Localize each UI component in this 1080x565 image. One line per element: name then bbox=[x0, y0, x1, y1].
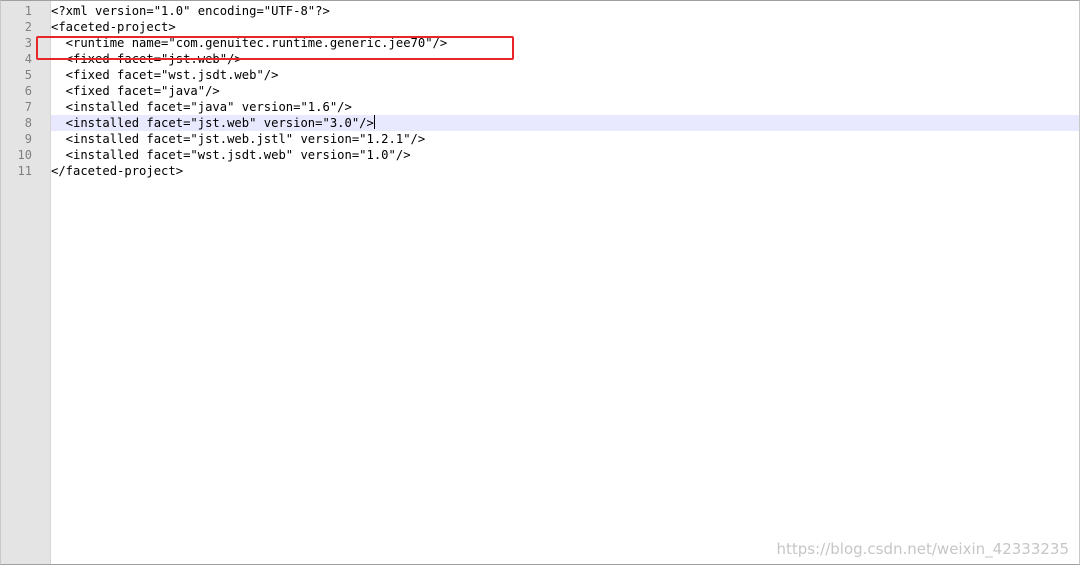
code-line-text: <installed facet="jst.web" version="3.0"… bbox=[51, 116, 374, 130]
code-line-text: <fixed facet="java"/> bbox=[51, 84, 220, 98]
code-line-text: <installed facet="wst.jsdt.web" version=… bbox=[51, 148, 411, 162]
code-area[interactable]: <?xml version="1.0" encoding="UTF-8"?> <… bbox=[51, 1, 1079, 564]
line-number: 9 bbox=[24, 132, 32, 146]
line-number: 4 bbox=[24, 52, 32, 66]
code-line[interactable]: <installed facet="wst.jsdt.web" version=… bbox=[51, 147, 1079, 163]
line-number: 7 bbox=[24, 100, 32, 114]
code-line-text: <fixed facet="jst.web"/> bbox=[51, 52, 242, 66]
line-number-gutter: 1 2 3 4 5 6 7 8 9 10 11 bbox=[1, 1, 51, 564]
code-line[interactable]: <?xml version="1.0" encoding="UTF-8"?> bbox=[51, 3, 1079, 19]
line-number: 5 bbox=[24, 68, 32, 82]
code-line-text: </faceted-project> bbox=[51, 164, 184, 178]
text-editor[interactable]: 1 2 3 4 5 6 7 8 9 10 11 <?xml version="1… bbox=[0, 0, 1080, 565]
watermark: https://blog.csdn.net/weixin_42333235 bbox=[776, 540, 1069, 558]
line-number: 10 bbox=[17, 148, 32, 162]
current-code-line[interactable]: <installed facet="jst.web" version="3.0"… bbox=[51, 115, 1079, 131]
code-line[interactable]: <fixed facet="wst.jsdt.web"/> bbox=[51, 67, 1079, 83]
code-line[interactable]: <installed facet="jst.web.jstl" version=… bbox=[51, 131, 1079, 147]
line-number: 2 bbox=[24, 20, 32, 34]
code-line[interactable]: <faceted-project> bbox=[51, 19, 1079, 35]
code-line[interactable]: <installed facet="java" version="1.6"/> bbox=[51, 99, 1079, 115]
text-caret bbox=[373, 115, 375, 129]
code-line[interactable]: </faceted-project> bbox=[51, 163, 1079, 179]
code-line-text: <faceted-project> bbox=[51, 20, 176, 34]
code-line-text: <fixed facet="wst.jsdt.web"/> bbox=[51, 68, 279, 82]
line-number: 8 bbox=[24, 116, 32, 130]
code-line-text: <installed facet="java" version="1.6"/> bbox=[51, 100, 352, 114]
line-number: 6 bbox=[24, 84, 32, 98]
line-number: 11 bbox=[17, 164, 32, 178]
code-line[interactable]: <runtime name="com.genuitec.runtime.gene… bbox=[51, 35, 1079, 51]
code-line-text: <?xml version="1.0" encoding="UTF-8"?> bbox=[51, 4, 330, 18]
code-line[interactable]: <fixed facet="java"/> bbox=[51, 83, 1079, 99]
code-line-text: <runtime name="com.genuitec.runtime.gene… bbox=[51, 36, 448, 50]
line-number: 3 bbox=[24, 36, 32, 50]
code-line[interactable]: <fixed facet="jst.web"/> bbox=[51, 51, 1079, 67]
line-number: 1 bbox=[24, 4, 32, 18]
code-line-text: <installed facet="jst.web.jstl" version=… bbox=[51, 132, 426, 146]
